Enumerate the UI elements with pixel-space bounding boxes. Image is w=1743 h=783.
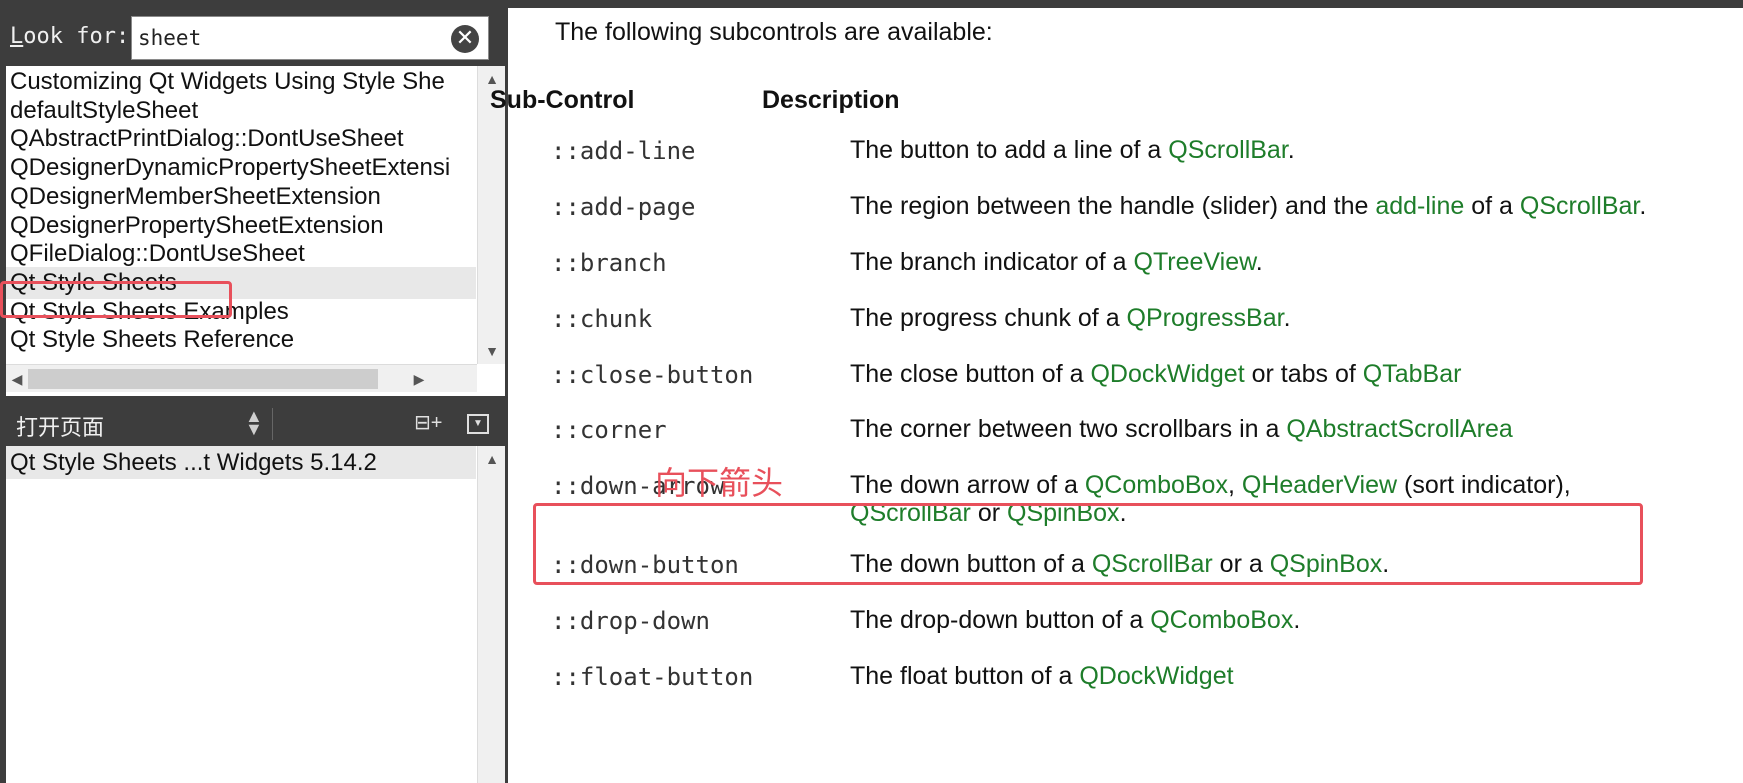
highlight-box [0, 281, 232, 318]
subcontrol-name: ::branch [551, 249, 667, 277]
subcontrol-description: The close button of a QDockWidget or tab… [850, 359, 1461, 389]
class-link[interactable]: QComboBox [1085, 471, 1228, 499]
look-for-label: Look for: [10, 24, 129, 49]
description-text: The corner between two scrollbars in a [850, 415, 1287, 443]
updown-arrows-icon[interactable]: ▲ ▼ [245, 407, 263, 438]
search-input[interactable] [138, 23, 438, 53]
description-text: The close button of a [850, 360, 1091, 388]
class-link[interactable]: QTabBar [1363, 360, 1462, 388]
description-text: The button to add a line of a [850, 136, 1169, 164]
class-link[interactable]: QComboBox [1150, 606, 1293, 634]
index-results-list: Customizing Qt Widgets Using Style She de… [6, 66, 505, 396]
subcontrol-description: The drop-down button of a QComboBox. [850, 605, 1300, 635]
scroll-right-icon[interactable]: ▶ [408, 365, 430, 393]
description-text: The progress chunk of a [850, 304, 1127, 332]
column-header-description: Description [762, 86, 900, 114]
description-text: , [1227, 471, 1242, 499]
index-result-item[interactable]: QDesignerMemberSheetExtension [6, 181, 476, 213]
index-result-item[interactable]: Customizing Qt Widgets Using Style She [6, 66, 476, 98]
class-link[interactable]: QTreeView [1134, 248, 1256, 276]
search-field[interactable]: ✕ [131, 16, 489, 60]
description-text: . [1293, 606, 1301, 634]
results-hscroll-thumb[interactable] [28, 369, 378, 389]
open-pages-label: 打开页面 [16, 416, 105, 441]
description-text: of a [1464, 192, 1520, 220]
class-link[interactable]: QDockWidget [1079, 662, 1233, 690]
column-header-subcontrol-text: Sub-Control [490, 86, 635, 114]
look-for-label-text: ook for: [23, 24, 130, 49]
pages-vertical-scrollbar[interactable]: ▲ [477, 446, 505, 783]
add-bookmark-icon[interactable]: ⊟+ [414, 410, 446, 438]
class-link[interactable]: QHeaderView [1242, 471, 1397, 499]
subcontrol-name: ::float-button [551, 663, 754, 691]
index-result-item[interactable]: QAbstractPrintDialog::DontUseSheet [6, 123, 476, 155]
class-link[interactable]: QScrollBar [1520, 192, 1639, 220]
highlight-box [533, 503, 1643, 585]
subcontrol-name: ::chunk [551, 305, 653, 333]
subcontrol-name: ::corner [551, 416, 667, 444]
index-result-item[interactable]: QDesignerPropertySheetExtension [6, 210, 476, 242]
subcontrol-description: The region between the handle (slider) a… [850, 191, 1646, 221]
index-result-item[interactable]: QDesignerDynamicPropertySheetExtensi [6, 152, 476, 184]
open-pages-list: Qt Style Sheets ...t Widgets 5.14.2 ▲ [6, 446, 505, 783]
scroll-down-icon[interactable]: ▼ [478, 338, 505, 364]
class-link[interactable]: QAbstractScrollArea [1286, 415, 1512, 443]
open-page-item[interactable]: Qt Style Sheets ...t Widgets 5.14.2 [6, 446, 476, 479]
index-result-item[interactable]: Qt Style Sheets Reference [6, 324, 476, 356]
open-pages-bar: 打开页面 ▲ ▼ ⊟+ ▼ [0, 402, 505, 446]
look-for-hotkey: L [10, 24, 24, 49]
subcontrol-description: The corner between two scrollbars in a Q… [850, 414, 1513, 444]
description-text: The region between the handle (slider) a… [850, 192, 1376, 220]
subcontrol-name: ::drop-down [551, 607, 710, 635]
class-link[interactable]: QDockWidget [1090, 360, 1244, 388]
subcontrol-description: The float button of a QDockWidget [850, 661, 1234, 691]
description-text: The drop-down button of a [850, 606, 1151, 634]
annotation-text: 向下箭头 [655, 464, 784, 502]
description-text: or tabs of [1244, 360, 1363, 388]
scroll-left-icon[interactable]: ◀ [6, 365, 28, 393]
subcontrol-description: The branch indicator of a QTreeView. [850, 247, 1263, 277]
document-content: The following subcontrols are available:… [490, 8, 1743, 783]
subcontrol-name: ::add-page [551, 193, 696, 221]
intro-text: The following subcontrols are available: [555, 18, 993, 46]
description-text: (sort indicator), [1397, 471, 1571, 499]
index-result-item[interactable]: QFileDialog::DontUseSheet [6, 238, 476, 270]
subcontrol-description: The button to add a line of a QScrollBar… [850, 135, 1295, 165]
subcontrol-description: The down arrow of a QComboBox, QHeaderVi… [850, 470, 1571, 500]
scroll-up-icon[interactable]: ▲ [478, 446, 506, 472]
top-strip [508, 0, 1743, 8]
subcontrol-description: The progress chunk of a QProgressBar. [850, 303, 1291, 333]
toolbar-separator [272, 408, 273, 440]
class-link[interactable]: QScrollBar [1168, 136, 1287, 164]
description-text: . [1255, 248, 1263, 276]
description-text: The float button of a [850, 662, 1080, 690]
description-text: . [1283, 304, 1291, 332]
description-text: . [1639, 192, 1647, 220]
search-bar: Look for: ✕ [0, 0, 505, 72]
description-text: The branch indicator of a [850, 248, 1134, 276]
results-horizontal-scrollbar[interactable]: ◀ ▶ [6, 364, 477, 392]
description-text: . [1287, 136, 1295, 164]
column-header-subcontrol: Sub-Control [490, 86, 634, 115]
class-link[interactable]: add-line [1375, 192, 1464, 220]
subcontrol-name: ::close-button [551, 361, 754, 389]
description-text: The down arrow of a [850, 471, 1085, 499]
index-result-item[interactable]: defaultStyleSheet [6, 95, 476, 127]
dock-menu-icon[interactable]: ▼ [467, 414, 489, 434]
class-link[interactable]: QProgressBar [1127, 304, 1284, 332]
clear-search-icon[interactable]: ✕ [451, 25, 479, 53]
subcontrol-name: ::add-line [551, 137, 696, 165]
help-index-pane: Look for: ✕ Customizing Qt Widgets Using… [0, 0, 505, 783]
